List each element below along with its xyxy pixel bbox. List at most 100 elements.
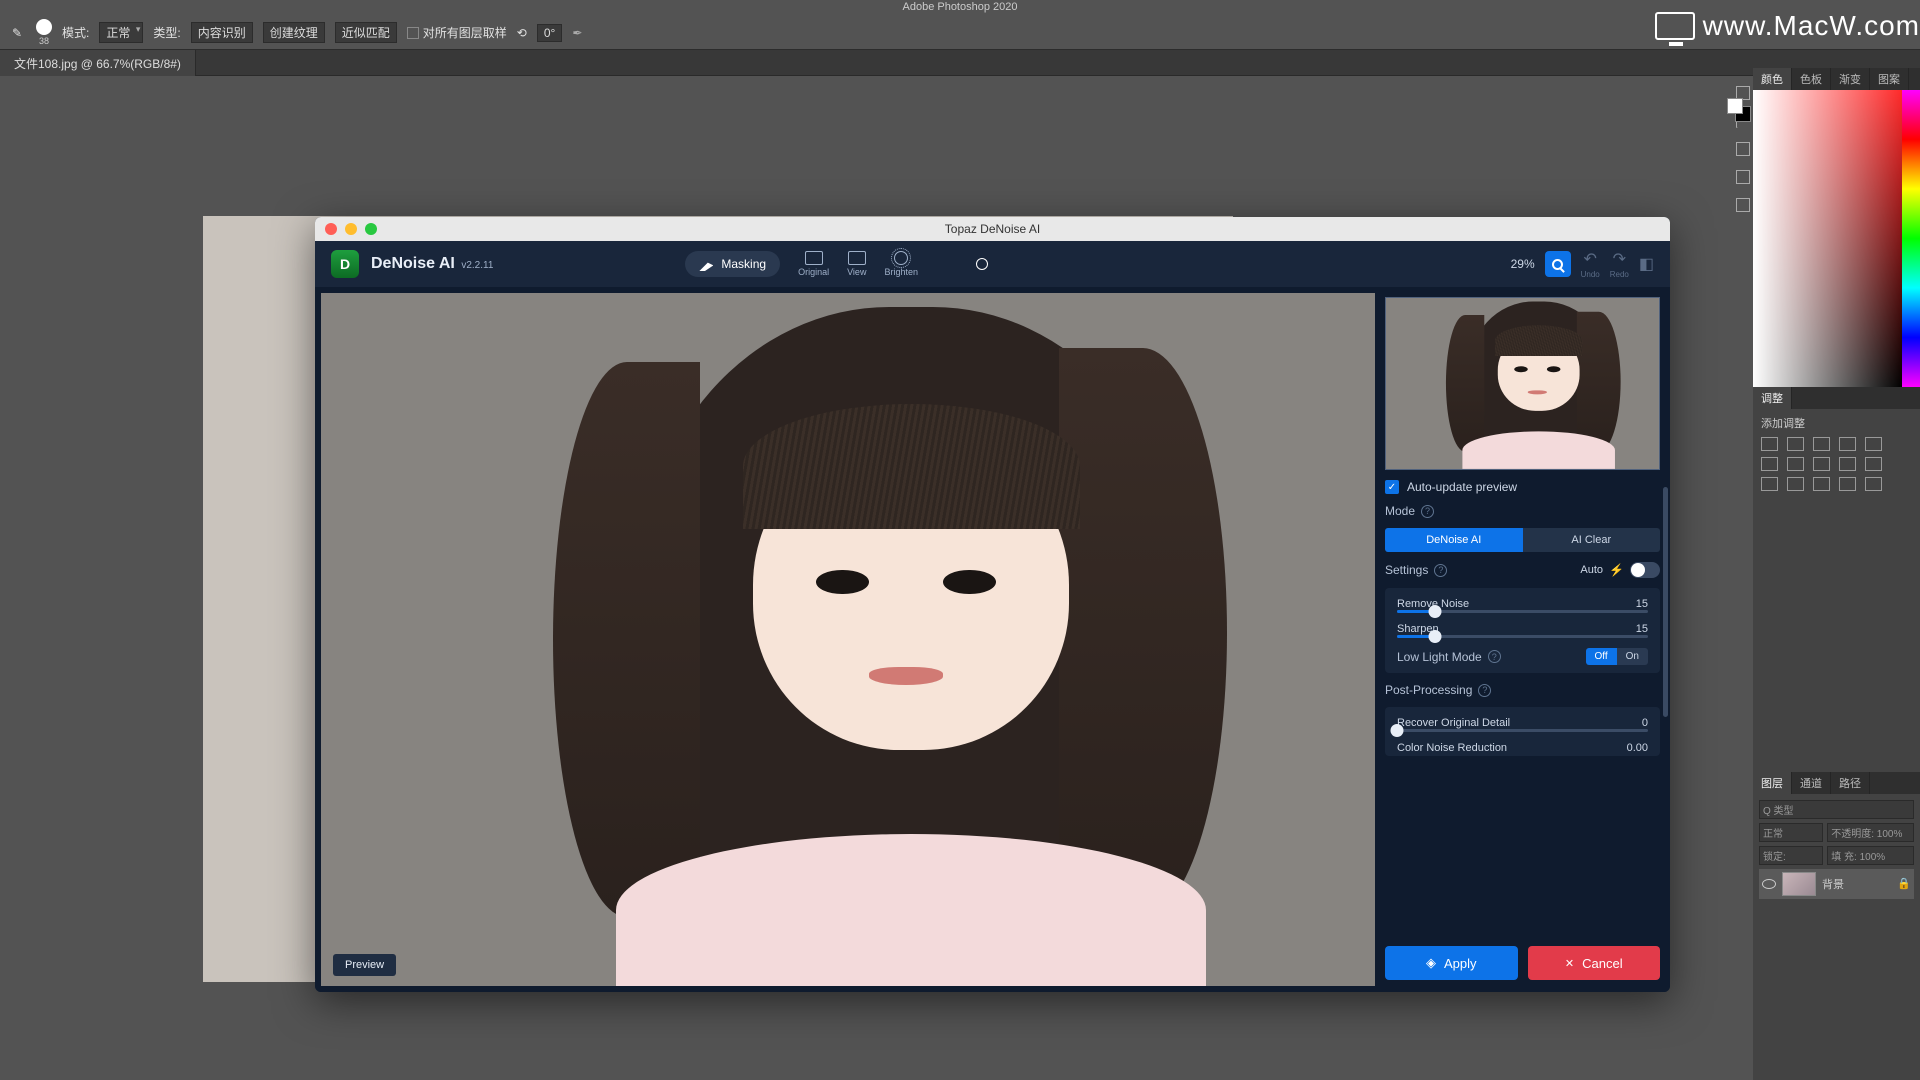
adj-curves-icon[interactable] bbox=[1813, 437, 1830, 451]
adj-colorlookup-icon[interactable] bbox=[1865, 457, 1882, 471]
layer-filter-dropdown[interactable]: Q 类型 bbox=[1759, 800, 1914, 819]
tab-gradients[interactable]: 渐变 bbox=[1831, 68, 1870, 90]
help-icon[interactable]: ? bbox=[1488, 650, 1501, 663]
cancel-label: Cancel bbox=[1582, 956, 1622, 971]
apply-button[interactable]: ◈Apply bbox=[1385, 946, 1518, 980]
help-icon[interactable]: ? bbox=[1478, 684, 1491, 697]
topaz-body: Preview ✓ Auto-update preview Mode ? DeN… bbox=[315, 287, 1670, 992]
mode-denoise-button[interactable]: DeNoise AI bbox=[1385, 528, 1523, 552]
minimize-icon[interactable] bbox=[345, 223, 357, 235]
document-tab[interactable]: 文件108.jpg @ 66.7%(RGB/8#) bbox=[0, 50, 196, 76]
settings-label: Settings bbox=[1385, 563, 1428, 577]
hue-strip[interactable] bbox=[1902, 90, 1920, 387]
color-picker[interactable] bbox=[1753, 90, 1920, 387]
sharpen-slider[interactable] bbox=[1397, 635, 1648, 638]
auto-label: Auto bbox=[1580, 564, 1603, 576]
settings-group: Remove Noise15 Sharpen15 Low Light Mode … bbox=[1385, 588, 1660, 673]
tab-paths[interactable]: 路径 bbox=[1831, 772, 1870, 794]
angle-value[interactable]: 0° bbox=[537, 24, 562, 42]
compare-icon[interactable]: ◧ bbox=[1639, 254, 1654, 274]
fill-field[interactable]: 填 充: 100% bbox=[1827, 846, 1914, 865]
auto-toggle[interactable] bbox=[1630, 562, 1660, 578]
auto-update-checkbox[interactable]: ✓ bbox=[1385, 480, 1399, 494]
adj-brightness-icon[interactable] bbox=[1761, 437, 1778, 451]
preview-canvas[interactable]: Preview bbox=[321, 293, 1375, 986]
brightness-indicator-icon[interactable] bbox=[976, 258, 988, 270]
undo-button[interactable]: ↶Undo bbox=[1581, 249, 1600, 279]
view-original-button[interactable]: Original bbox=[798, 251, 829, 277]
tab-color[interactable]: 颜色 bbox=[1753, 68, 1792, 90]
mode-dropdown[interactable]: 正常 bbox=[99, 22, 143, 43]
type-content-aware[interactable]: 内容识别 bbox=[191, 22, 253, 43]
fg-color-swatch[interactable] bbox=[1727, 98, 1743, 114]
sample-all-layers-checkbox[interactable]: 对所有图层取样 bbox=[407, 24, 507, 41]
masking-button[interactable]: Masking bbox=[685, 251, 780, 277]
tab-adjustments[interactable]: 调整 bbox=[1753, 387, 1792, 409]
adj-exposure-icon[interactable] bbox=[1839, 437, 1856, 451]
mode-label: 模式: bbox=[62, 24, 89, 41]
close-icon[interactable] bbox=[325, 223, 337, 235]
adj-selectivecolor-icon[interactable] bbox=[1865, 477, 1882, 491]
cancel-button[interactable]: ✕Cancel bbox=[1528, 946, 1661, 980]
layer-thumbnail[interactable] bbox=[1782, 872, 1816, 896]
mode-aiclear-button[interactable]: AI Clear bbox=[1523, 528, 1661, 552]
tab-layers[interactable]: 图层 bbox=[1753, 772, 1792, 794]
maximize-icon[interactable] bbox=[365, 223, 377, 235]
rotate-icon[interactable]: ⟲ bbox=[517, 26, 527, 40]
view-split-button[interactable]: View bbox=[847, 251, 866, 277]
adj-levels-icon[interactable] bbox=[1787, 437, 1804, 451]
fg-bg-swatches[interactable] bbox=[1727, 98, 1751, 122]
type-proximity-match[interactable]: 近似匹配 bbox=[335, 22, 397, 43]
tab-swatches[interactable]: 色板 bbox=[1792, 68, 1831, 90]
type-label: 类型: bbox=[153, 24, 180, 41]
healing-brush-tool-icon[interactable]: ✎ bbox=[8, 24, 26, 42]
adj-vibrance-icon[interactable] bbox=[1865, 437, 1882, 451]
help-icon[interactable]: ? bbox=[1421, 505, 1434, 518]
layers-panel-tabs: 图层 通道 路径 bbox=[1753, 772, 1920, 794]
layer-row[interactable]: 背景 🔒 bbox=[1759, 869, 1914, 899]
lock-controls[interactable]: 锁定: bbox=[1759, 846, 1823, 865]
navigator-thumbnail[interactable] bbox=[1385, 297, 1660, 470]
opacity-field[interactable]: 不透明度: 100% bbox=[1827, 823, 1914, 842]
recover-detail-slider[interactable] bbox=[1397, 729, 1648, 732]
collapsed-panel-icon[interactable] bbox=[1736, 198, 1750, 212]
sample-all-label: 对所有图层取样 bbox=[423, 24, 507, 41]
adj-threshold-icon[interactable] bbox=[1813, 477, 1830, 491]
sidebar-scrollbar[interactable] bbox=[1663, 487, 1668, 717]
adj-hsl-icon[interactable] bbox=[1761, 457, 1778, 471]
adj-invert-icon[interactable] bbox=[1761, 477, 1778, 491]
pressure-icon[interactable]: ✒ bbox=[572, 26, 582, 40]
blend-mode-dropdown[interactable]: 正常 bbox=[1759, 823, 1823, 842]
visibility-eye-icon[interactable] bbox=[1762, 879, 1776, 889]
brush-preview-icon[interactable] bbox=[36, 19, 52, 35]
brand-text: DeNoise AI bbox=[371, 255, 455, 272]
redo-button[interactable]: ↷Redo bbox=[1610, 249, 1629, 279]
tab-patterns[interactable]: 图案 bbox=[1870, 68, 1909, 90]
low-light-toggle[interactable]: Off On bbox=[1586, 648, 1649, 665]
brighten-button[interactable]: Brighten bbox=[884, 251, 918, 277]
checkbox-icon bbox=[407, 27, 419, 39]
adj-bw-icon[interactable] bbox=[1787, 457, 1804, 471]
adj-gradientmap-icon[interactable] bbox=[1839, 477, 1856, 491]
collapsed-panel-icon[interactable] bbox=[1736, 142, 1750, 156]
collapsed-panel-icon[interactable] bbox=[1736, 170, 1750, 184]
monitor-icon bbox=[1655, 12, 1695, 40]
mode-segment: DeNoise AI AI Clear bbox=[1385, 528, 1660, 552]
remove-noise-slider[interactable] bbox=[1397, 610, 1648, 613]
zoom-level[interactable]: 29% bbox=[1511, 257, 1535, 271]
adj-channelmixer-icon[interactable] bbox=[1839, 457, 1856, 471]
settings-header: Settings ? Auto ⚡ bbox=[1385, 562, 1660, 578]
post-processing-header: Post-Processing ? bbox=[1385, 683, 1660, 697]
preview-image bbox=[321, 293, 1375, 986]
help-icon[interactable]: ? bbox=[1434, 564, 1447, 577]
saturation-field[interactable] bbox=[1753, 90, 1902, 387]
adj-photofilter-icon[interactable] bbox=[1813, 457, 1830, 471]
topaz-titlebar[interactable]: Topaz DeNoise AI bbox=[315, 217, 1670, 241]
auto-update-row[interactable]: ✓ Auto-update preview bbox=[1385, 480, 1660, 494]
zoom-fit-button[interactable] bbox=[1545, 251, 1571, 277]
adj-posterize-icon[interactable] bbox=[1787, 477, 1804, 491]
type-create-texture[interactable]: 创建纹理 bbox=[263, 22, 325, 43]
magnifier-icon bbox=[1552, 259, 1563, 270]
tab-channels[interactable]: 通道 bbox=[1792, 772, 1831, 794]
ps-right-panels: 颜色 色板 渐变 图案 调整 添加调整 bbox=[1753, 68, 1920, 1080]
